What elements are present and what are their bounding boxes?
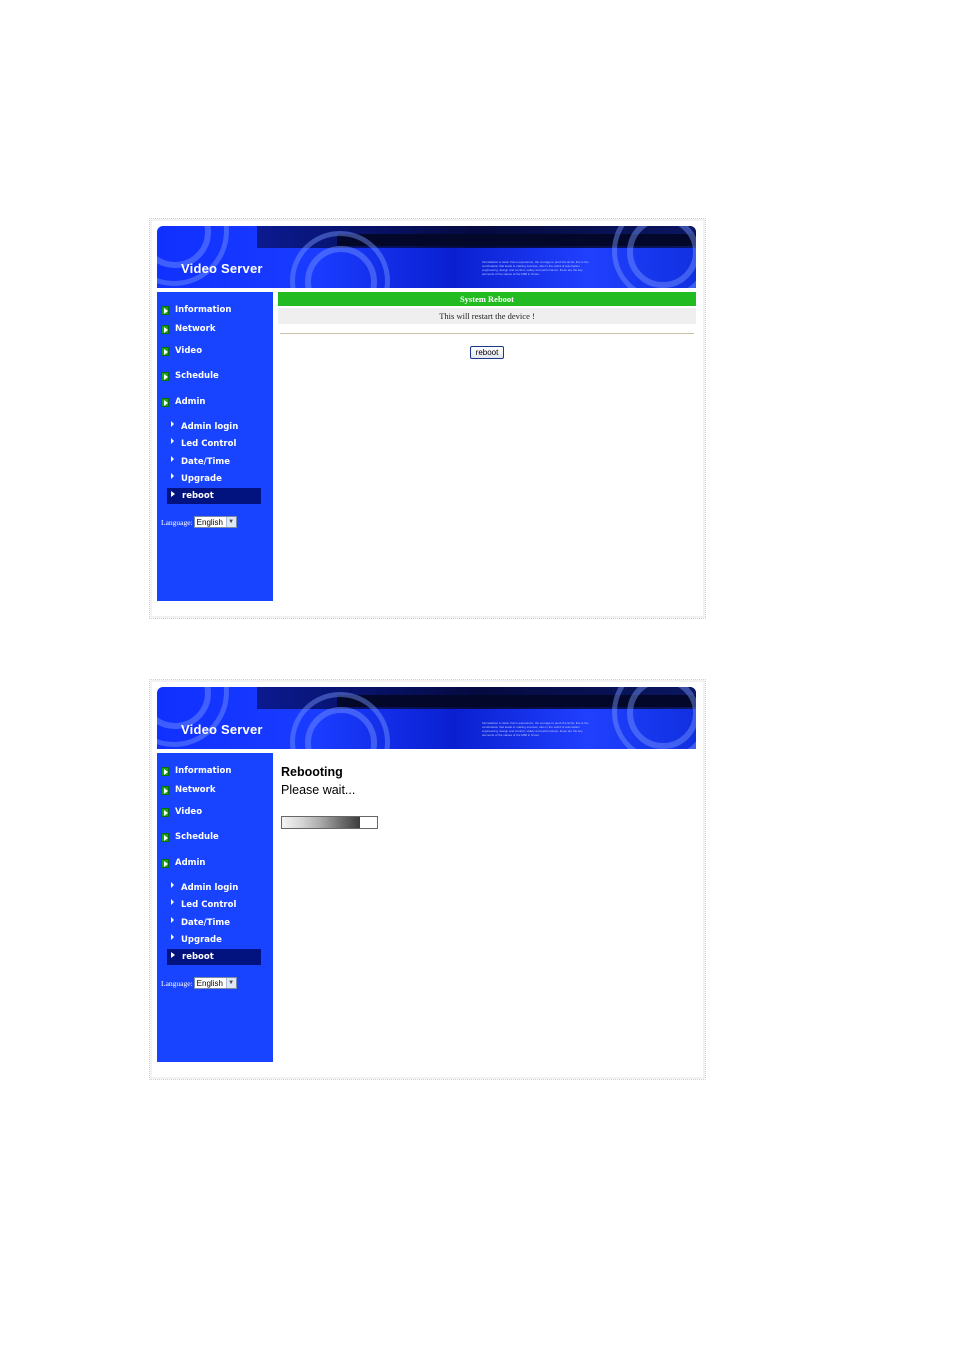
- sidebar-subitem-reboot[interactable]: reboot: [167, 488, 261, 504]
- triangle-bullet-icon: [171, 899, 174, 905]
- banner-fine-print: Tarnsdeliver a vision fromo experience, …: [482, 721, 589, 737]
- rebooting-title: Rebooting: [281, 765, 343, 779]
- chevron-down-icon: ▼: [225, 978, 236, 988]
- sidebar-item-label: Network: [175, 785, 216, 795]
- sidebar-subitem-reboot[interactable]: reboot: [167, 949, 261, 965]
- sidebar-item-information[interactable]: Information: [161, 303, 231, 317]
- language-selector: Language: English ▼: [161, 516, 237, 528]
- app-title: Video Server: [181, 722, 263, 737]
- sidebar-item-schedule[interactable]: Schedule: [161, 830, 219, 844]
- header-banner: Video Server Tarnsdeliver a vision fromo…: [157, 226, 696, 288]
- arrow-box-icon: [161, 397, 169, 407]
- banner-ring: [612, 687, 696, 749]
- arrow-box-icon: [161, 858, 169, 868]
- sidebar-item-admin[interactable]: Admin: [161, 856, 206, 870]
- sidebar-subitem-label: reboot: [182, 952, 214, 962]
- sidebar-subitem-upgrade[interactable]: Upgrade: [171, 472, 222, 486]
- sidebar-subitem-label: Date/Time: [181, 457, 231, 467]
- reboot-progress-bar: [281, 816, 378, 829]
- sidebar-subitem-label: Led Control: [181, 439, 237, 449]
- sidebar-item-video[interactable]: Video: [161, 344, 202, 358]
- sidebar-item-label: Admin: [175, 397, 206, 407]
- triangle-bullet-icon: [171, 421, 174, 427]
- section-description: This will restart the device !: [278, 308, 696, 324]
- language-label: Language:: [161, 978, 193, 988]
- sidebar-subitem-led-control[interactable]: Led Control: [171, 437, 236, 451]
- language-value: English: [196, 978, 223, 988]
- sidebar-item-schedule[interactable]: Schedule: [161, 369, 219, 383]
- sidebar-item-label: Video: [175, 346, 203, 356]
- sidebar-subitem-upgrade[interactable]: Upgrade: [171, 933, 222, 947]
- language-value: English: [196, 517, 223, 527]
- sidebar-subitem-admin-login[interactable]: Admin login: [171, 420, 238, 434]
- sidebar-subitem-label: Admin login: [181, 422, 239, 432]
- triangle-bullet-icon: [171, 917, 174, 923]
- sidebar-item-label: Information: [175, 305, 232, 315]
- language-dropdown[interactable]: English ▼: [193, 977, 237, 989]
- banner-fine-print: Tarnsdeliver a vision fromo experience, …: [482, 260, 589, 276]
- rebooting-screen: Video Server Tarnsdeliver a vision fromo…: [149, 679, 706, 1080]
- sidebar-subitem-label: Upgrade: [181, 474, 222, 484]
- triangle-bullet-icon: [171, 934, 174, 940]
- sidebar-subitem-label: reboot: [182, 491, 214, 501]
- sidebar-item-label: Schedule: [175, 371, 219, 381]
- sidebar-subitem-date-time[interactable]: Date/Time: [171, 916, 230, 930]
- divider: [280, 333, 694, 334]
- arrow-box-icon: [161, 324, 169, 334]
- triangle-bullet-icon: [171, 438, 174, 444]
- main-content: System Reboot This will restart the devi…: [278, 292, 696, 601]
- sidebar-subitem-label: Led Control: [181, 900, 237, 910]
- section-header: System Reboot: [278, 292, 696, 306]
- triangle-bullet-icon: [171, 882, 174, 888]
- sidebar-item-video[interactable]: Video: [161, 805, 202, 819]
- header-banner: Video Server Tarnsdeliver a vision fromo…: [157, 687, 696, 749]
- sidebar-item-label: Schedule: [175, 832, 219, 842]
- app-title: Video Server: [181, 261, 263, 276]
- sidebar: Information Network Video Schedule Admin…: [157, 753, 273, 1062]
- language-dropdown[interactable]: English ▼: [193, 516, 237, 528]
- sidebar-item-label: Video: [175, 807, 203, 817]
- sidebar-item-label: Information: [175, 766, 232, 776]
- reboot-screen: Video Server Tarnsdeliver a vision fromo…: [149, 218, 706, 619]
- triangle-bullet-icon: [171, 456, 174, 462]
- progress-fill: [282, 817, 360, 828]
- chevron-down-icon: ▼: [225, 517, 236, 527]
- sidebar: Information Network Video Schedule Admin…: [157, 292, 273, 601]
- language-label: Language:: [161, 517, 193, 527]
- arrow-box-icon: [161, 371, 169, 381]
- sidebar-subitem-date-time[interactable]: Date/Time: [171, 455, 230, 469]
- arrow-box-icon: [161, 807, 169, 817]
- triangle-bullet-icon: [171, 473, 174, 479]
- banner-ring: [157, 226, 229, 286]
- arrow-box-icon: [161, 766, 169, 776]
- arrow-box-icon: [161, 785, 169, 795]
- reboot-button[interactable]: reboot: [470, 346, 504, 359]
- triangle-bullet-icon: [171, 491, 175, 497]
- arrow-box-icon: [161, 305, 169, 315]
- sidebar-subitem-led-control[interactable]: Led Control: [171, 898, 236, 912]
- sidebar-subitem-label: Admin login: [181, 883, 239, 893]
- sidebar-item-information[interactable]: Information: [161, 764, 231, 778]
- please-wait-message: Please wait...: [281, 783, 356, 797]
- arrow-box-icon: [161, 832, 169, 842]
- sidebar-item-admin[interactable]: Admin: [161, 395, 206, 409]
- banner-ring: [612, 226, 696, 288]
- banner-ring: [157, 687, 229, 747]
- sidebar-item-network[interactable]: Network: [161, 322, 215, 336]
- triangle-bullet-icon: [171, 952, 175, 958]
- sidebar-item-network[interactable]: Network: [161, 783, 215, 797]
- sidebar-subitem-label: Upgrade: [181, 935, 222, 945]
- sidebar-subitem-label: Date/Time: [181, 918, 231, 928]
- sidebar-item-label: Network: [175, 324, 216, 334]
- sidebar-subitem-admin-login[interactable]: Admin login: [171, 881, 238, 895]
- main-content: Rebooting Please wait...: [278, 753, 696, 1062]
- language-selector: Language: English ▼: [161, 977, 237, 989]
- sidebar-item-label: Admin: [175, 858, 206, 868]
- arrow-box-icon: [161, 346, 169, 356]
